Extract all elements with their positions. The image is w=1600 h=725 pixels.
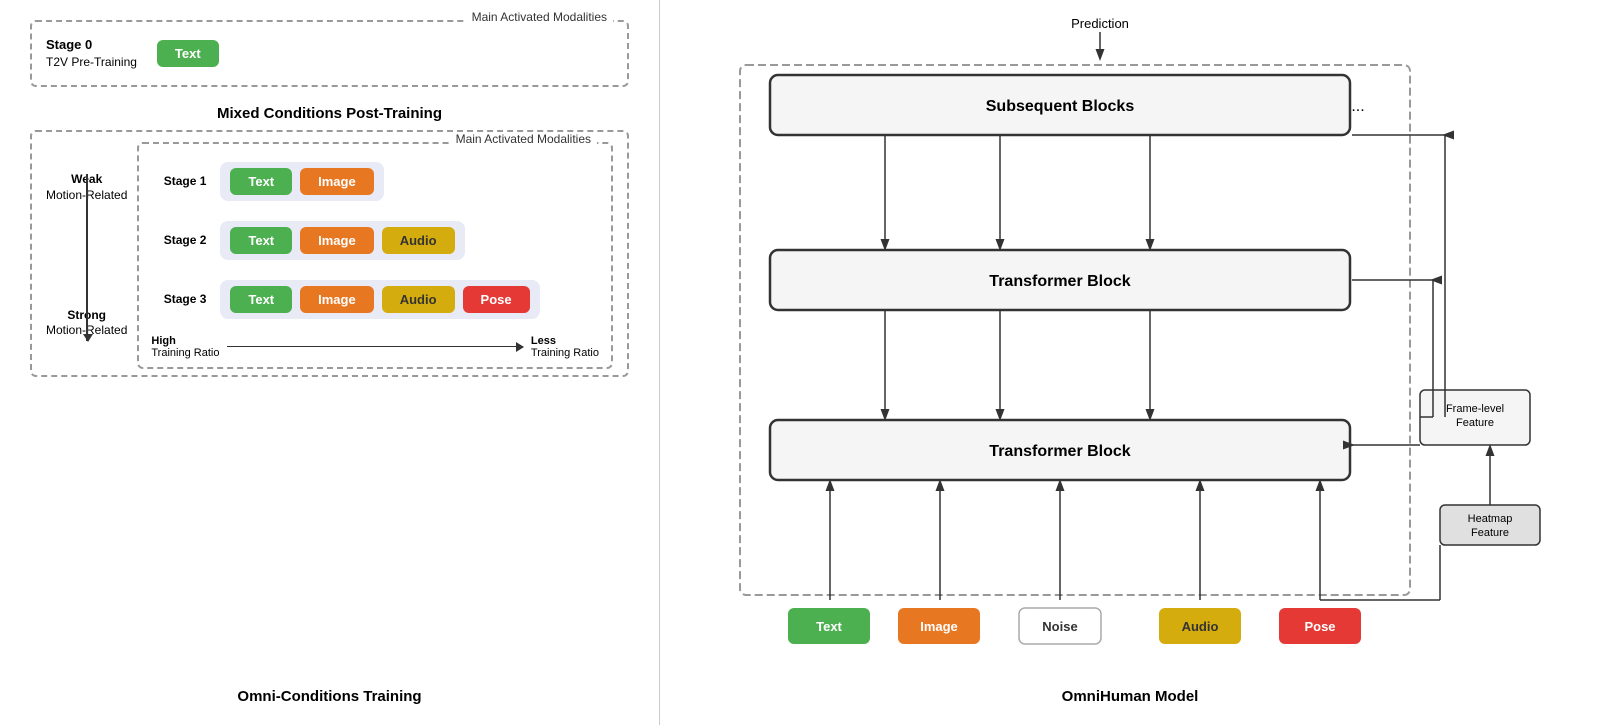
stage1-chips: Text Image [220,162,383,201]
stage2-text-chip: Text [230,227,292,254]
model-diagram-svg: Prediction Subsequent Blocks ... Transfo… [710,10,1550,680]
motion-related-col: WeakMotion-Related StrongMotion-Related [46,142,127,369]
stage2-chips: Text Image Audio [220,221,464,260]
mixed-outer-box: WeakMotion-Related StrongMotion-Related … [30,130,629,377]
training-ratio-row: HighTraining Ratio LessTraining Ratio [151,335,599,359]
stage3-image-chip: Image [300,286,374,313]
stages-col: Main Activated Modalities Stage 1 Text I… [137,142,613,369]
motion-arrow [86,174,88,341]
input-image-label: Image [920,619,958,634]
frame-level-feature-label: Frame-level [1446,403,1504,415]
stage2-audio-chip: Audio [382,227,455,254]
stage3-row: Stage 3 Text Image Audio Pose [151,270,599,329]
stage2-image-chip: Image [300,227,374,254]
right-panel: Prediction Subsequent Blocks ... Transfo… [660,0,1600,725]
outer-dashed-box [740,65,1410,595]
stage3-chips: Text Image Audio Pose [220,280,539,319]
input-pose-label: Pose [1304,619,1335,634]
stage3-audio-chip: Audio [382,286,455,313]
input-audio-label: Audio [1182,619,1219,634]
stage3-label: Stage 3 [151,292,206,306]
transformer-block1-label: Transformer Block [989,273,1130,290]
prediction-label: Prediction [1071,16,1129,31]
stage0-box: Main Activated Modalities Stage 0 T2V Pr… [30,20,629,87]
left-panel: Main Activated Modalities Stage 0 T2V Pr… [0,0,660,725]
stage0-box-title: Main Activated Modalities [466,10,613,24]
stage2-label: Stage 2 [151,233,206,247]
dots-label: ... [1351,98,1364,115]
ratio-arrow [227,346,522,347]
high-ratio-label: HighTraining Ratio [151,335,219,359]
right-caption: OmniHuman Model [1062,688,1199,705]
stage0-text-chip: Text [157,40,219,67]
transformer-block2-label: Transformer Block [989,443,1130,460]
stage1-label: Stage 1 [151,174,206,188]
input-noise-label: Noise [1042,619,1077,634]
heatmap-feature-label2: Feature [1471,527,1509,539]
stage1-row: Stage 1 Text Image [151,152,599,211]
subsequent-block-label: Subsequent Blocks [986,98,1135,115]
stage1-text-chip: Text [230,168,292,195]
left-caption: Omni-Conditions Training [30,678,629,705]
stage3-pose-chip: Pose [463,286,530,313]
frame-level-feature-label2: Feature [1456,417,1494,429]
stages-box-title: Main Activated Modalities [450,132,597,146]
stages-inner-box: Main Activated Modalities Stage 1 Text I… [137,142,613,369]
stage3-text-chip: Text [230,286,292,313]
stage1-image-chip: Image [300,168,374,195]
mixed-conditions-section: Mixed Conditions Post-Training WeakMotio… [30,105,629,377]
heatmap-feature-rect [1440,505,1540,545]
heatmap-feature-label: Heatmap [1468,513,1513,525]
less-ratio-label: LessTraining Ratio [531,335,599,359]
stage0-label: Stage 0 T2V Pre-Training [46,36,137,71]
input-text-label: Text [816,619,842,634]
stage2-row: Stage 2 Text Image Audio [151,211,599,270]
mixed-title: Mixed Conditions Post-Training [30,105,629,122]
